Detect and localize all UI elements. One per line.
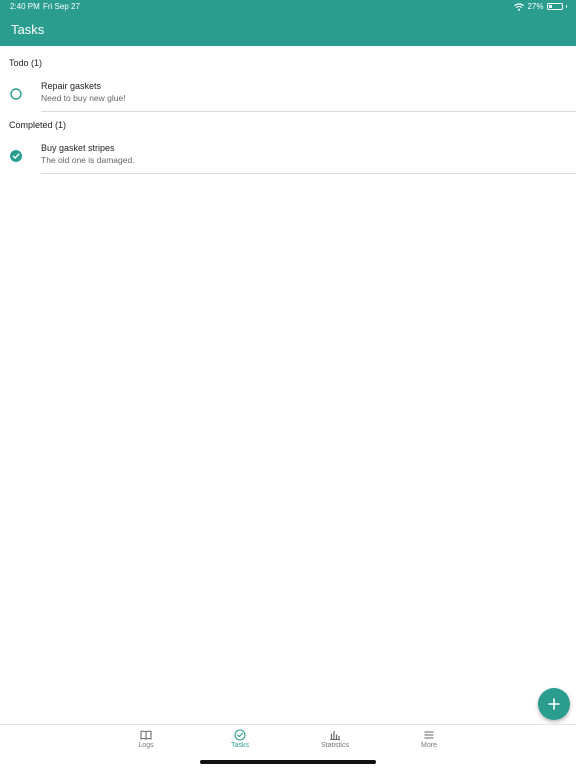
unchecked-circle-icon[interactable] (10, 88, 22, 100)
tab-label: Tasks (231, 742, 249, 749)
battery-percent: 27% (527, 2, 544, 11)
menu-icon (424, 731, 434, 739)
tab-statistics[interactable]: Statistics (305, 729, 365, 759)
tab-label: Statistics (320, 742, 349, 749)
tab-tasks[interactable]: Tasks (210, 729, 270, 759)
tab-label: Logs (138, 742, 154, 749)
book-icon (140, 730, 152, 740)
task-row-todo[interactable]: Repair gaskets Need to buy new glue! (0, 76, 576, 112)
tab-logs[interactable]: Logs (116, 729, 176, 759)
home-indicator (200, 760, 376, 764)
wifi-icon (514, 2, 525, 11)
status-right: 27% (514, 2, 567, 11)
status-bar: 2:40 PM Fri Sep 27 27% (0, 2, 576, 14)
status-time: 2:40 PM (10, 2, 40, 11)
plus-icon (548, 698, 560, 710)
divider (41, 173, 576, 174)
app-header: 2:40 PM Fri Sep 27 27% Tasks (0, 0, 576, 46)
status-date: Fri Sep 27 (43, 2, 80, 11)
section-header-completed: Completed (1) (9, 120, 67, 130)
tab-more[interactable]: More (399, 729, 459, 759)
page-title: Tasks (11, 22, 45, 37)
task-title: Repair gaskets (41, 81, 102, 91)
checked-circle-icon[interactable] (10, 150, 22, 162)
tab-bar: Logs Tasks Statistics More (0, 724, 576, 768)
check-circle-icon (234, 729, 246, 741)
battery-icon (546, 3, 563, 10)
task-note: Need to buy new glue! (41, 93, 126, 103)
divider (41, 111, 576, 112)
task-row-completed[interactable]: Buy gasket stripes The old one is damage… (0, 138, 576, 174)
task-note: The old one is damaged. (41, 155, 135, 165)
tab-label: More (421, 742, 437, 749)
section-header-todo: Todo (1) (9, 58, 43, 68)
bar-chart-icon (330, 731, 340, 740)
add-task-button[interactable] (538, 688, 570, 720)
task-title: Buy gasket stripes (41, 143, 115, 153)
